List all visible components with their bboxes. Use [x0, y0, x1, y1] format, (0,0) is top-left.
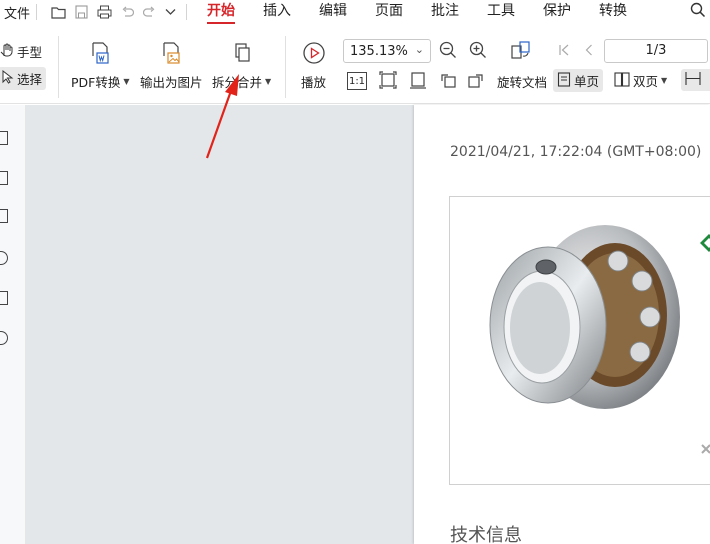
play-button[interactable]: 播放 — [301, 38, 326, 91]
single-page-icon — [557, 71, 571, 90]
quick-access-toolbar — [37, 5, 186, 19]
rotate-left-icon[interactable] — [439, 71, 457, 89]
continuous-page-button[interactable] — [681, 69, 710, 91]
cursor-icon — [2, 69, 14, 87]
export-image-label: 输出为图片 — [140, 75, 203, 90]
rotate-doc-button[interactable]: 旋转文档 — [497, 72, 547, 91]
tab-convert[interactable]: 转换 — [585, 0, 641, 24]
left-sidebar — [0, 105, 26, 544]
bookmark-icon[interactable] — [0, 171, 8, 185]
play-icon — [302, 38, 326, 68]
export-image-button[interactable]: 输出为图片 — [140, 38, 203, 91]
page-number-input[interactable]: 1/3 — [604, 39, 708, 63]
document-timestamp: 2021/04/21, 17:22:04 (GMT+08:00) — [450, 144, 702, 160]
search-icon[interactable] — [690, 2, 706, 22]
undo-icon[interactable] — [121, 6, 134, 19]
tab-page[interactable]: 页面 — [361, 0, 417, 24]
split-merge-icon — [230, 38, 254, 68]
pdf-to-word-icon — [88, 38, 112, 68]
rotate-doc-icon[interactable] — [510, 40, 532, 60]
bearing-image — [449, 196, 710, 485]
save-icon[interactable] — [75, 5, 88, 19]
select-tool[interactable]: 选择 — [0, 67, 47, 90]
single-page-label: 单页 — [574, 74, 600, 89]
attachment-icon[interactable] — [0, 251, 8, 265]
first-page-icon[interactable] — [558, 44, 570, 56]
single-page-button[interactable]: 单页 — [553, 69, 604, 92]
prev-page-icon[interactable] — [584, 44, 594, 56]
bearing-illustration — [489, 225, 710, 454]
tab-annotate[interactable]: 批注 — [417, 0, 473, 24]
pdf-convert-button[interactable]: PDF转换 ▼ — [71, 38, 130, 91]
file-menu[interactable]: 文件 — [0, 3, 36, 22]
zoom-value: 135.13% — [350, 43, 408, 59]
settings-icon[interactable] — [0, 331, 8, 345]
ribbon-tabs: 开始 插入 编辑 页面 批注 工具 保护 转换 — [193, 0, 641, 24]
ribbon-toolbar: 手型 选择 PDF转换 ▼ 输出为图片 拆分合并 ▼ 播放 135.13% ⌄ 1/… — [0, 24, 710, 104]
rotate-right-icon[interactable] — [467, 71, 485, 89]
pdf-convert-label: PDF转换 — [71, 75, 121, 90]
image-export-icon — [159, 38, 183, 68]
section-heading: 技术信息 — [450, 525, 522, 544]
hand-tool-label: 手型 — [17, 45, 43, 60]
open-folder-icon[interactable] — [51, 6, 66, 19]
chevron-down-icon: ⌄ — [414, 43, 424, 56]
hand-icon — [0, 43, 14, 60]
zoom-out-icon[interactable] — [439, 41, 457, 59]
tab-tools[interactable]: 工具 — [473, 0, 529, 24]
signature-icon[interactable] — [0, 291, 8, 305]
hand-tool[interactable]: 手型 — [0, 42, 42, 61]
dropdown-caret-icon: ▼ — [123, 77, 130, 86]
ribbon-divider — [58, 36, 59, 98]
fit-width-icon[interactable] — [409, 71, 427, 89]
play-label: 播放 — [301, 75, 327, 90]
double-page-label: 双页 — [633, 74, 659, 89]
dropdown-caret-icon: ▼ — [265, 77, 272, 86]
print-icon[interactable] — [97, 5, 112, 19]
chevron-down-icon[interactable] — [165, 8, 176, 16]
redo-icon[interactable] — [143, 6, 156, 19]
double-page-button[interactable]: 双页 ▼ — [614, 71, 667, 90]
menu-divider — [186, 4, 187, 20]
tab-edit[interactable]: 编辑 — [305, 0, 361, 24]
split-merge-label: 拆分合并 — [212, 75, 263, 90]
tab-home[interactable]: 开始 — [193, 0, 249, 24]
fit-page-icon[interactable] — [379, 71, 397, 89]
continuous-page-icon — [685, 71, 701, 89]
zoom-select[interactable]: 135.13% ⌄ — [343, 39, 431, 63]
select-tool-label: 选择 — [17, 72, 43, 87]
tab-insert[interactable]: 插入 — [249, 0, 305, 24]
menu-bar: 文件 开始 插入 编辑 页面 批注 工具 保护 转换 — [0, 0, 710, 24]
double-page-icon — [614, 71, 630, 90]
annotation-icon[interactable] — [0, 209, 8, 223]
zoom-in-icon[interactable] — [469, 41, 487, 59]
actual-size-button[interactable]: 1:1 — [347, 72, 367, 90]
split-merge-button[interactable]: 拆分合并 ▼ — [212, 38, 271, 91]
ribbon-divider — [285, 36, 286, 98]
dropdown-caret-icon: ▼ — [661, 76, 668, 85]
tab-protect[interactable]: 保护 — [529, 0, 585, 24]
thumbnail-icon[interactable] — [0, 131, 8, 145]
